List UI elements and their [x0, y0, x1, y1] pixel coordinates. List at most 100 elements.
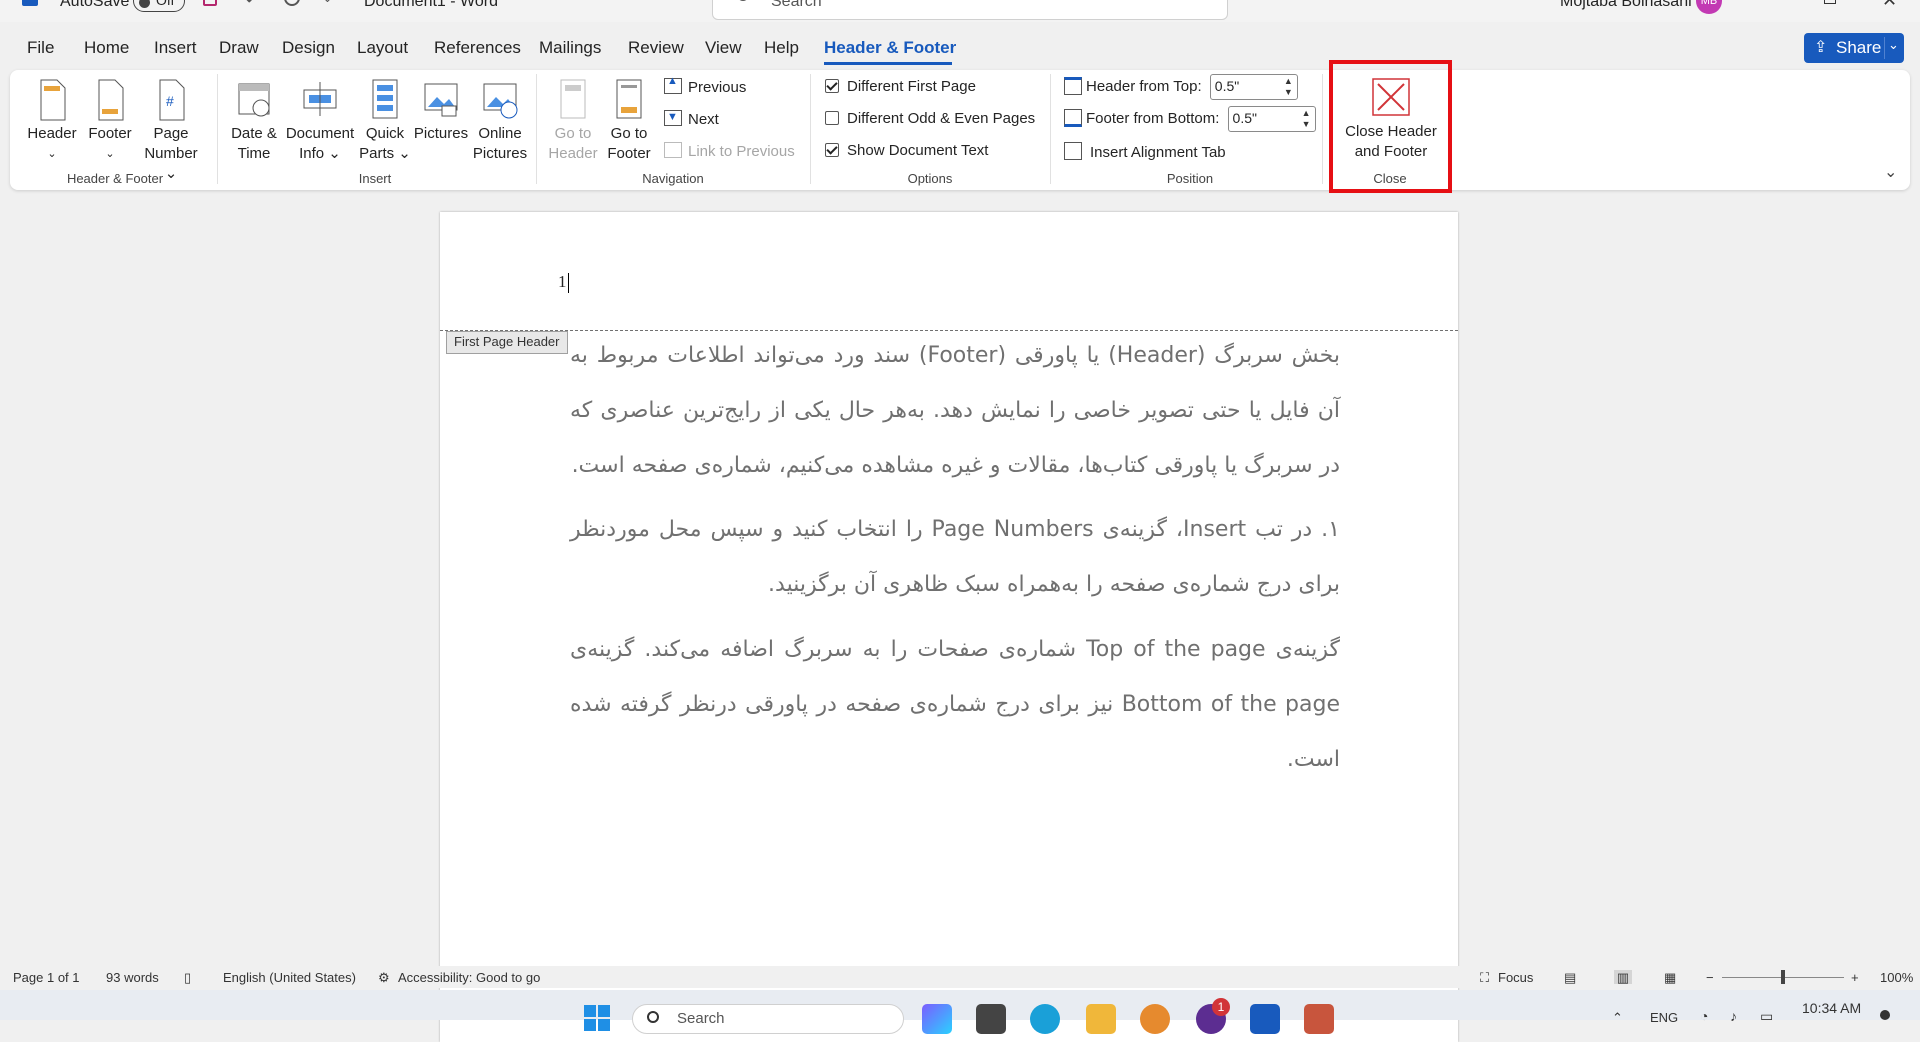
file-explorer-icon[interactable]: [1086, 1004, 1116, 1034]
windows-start-icon[interactable]: [584, 1005, 610, 1031]
zoom-slider-thumb[interactable]: [1781, 970, 1785, 984]
tab-design[interactable]: Design: [282, 38, 335, 58]
footer-button[interactable]: Footer ⌄: [82, 76, 138, 164]
restore-icon[interactable]: [1824, 0, 1836, 4]
wifi-icon[interactable]: ◔: [1700, 1008, 1708, 1024]
header-from-top-input[interactable]: 0.5" ▲ ▼: [1209, 74, 1298, 100]
document-info-button[interactable]: Document Info ⌄: [284, 76, 356, 164]
link-icon: [664, 142, 682, 158]
focus-icon: ⛶: [1480, 970, 1490, 985]
copilot-icon[interactable]: [922, 1004, 952, 1034]
focus-button[interactable]: Focus: [1498, 970, 1533, 985]
online-pictures-button[interactable]: Online Pictures: [470, 76, 530, 164]
word-taskbar-icon[interactable]: [1250, 1004, 1280, 1034]
print-layout-icon[interactable]: ▥: [1614, 970, 1632, 985]
go-to-header-button[interactable]: Go to Header: [546, 76, 600, 164]
tab-review[interactable]: Review: [628, 38, 684, 58]
different-odd-even-checkbox[interactable]: Different Odd & Even Pages: [825, 110, 1035, 127]
header-button[interactable]: Header ⌄: [24, 76, 80, 164]
insert-alignment-tab-button[interactable]: Insert Alignment Tab: [1064, 142, 1226, 161]
task-view-icon[interactable]: [976, 1004, 1006, 1034]
search-box[interactable]: Search: [712, 0, 1228, 20]
undo-icon[interactable]: ↶: [245, 0, 260, 11]
word-count[interactable]: 93 words: [106, 970, 159, 985]
battery-icon[interactable]: ▭: [1760, 1008, 1773, 1025]
different-first-page-checkbox[interactable]: Different First Page: [825, 78, 976, 95]
tab-mailings[interactable]: Mailings: [539, 38, 601, 58]
autosave-label: AutoSave: [60, 0, 130, 10]
snipping-tool-icon[interactable]: [1304, 1004, 1334, 1034]
user-name: Mojtaba Bolhasani: [1560, 0, 1692, 10]
redo-icon[interactable]: [284, 0, 300, 6]
document-title: Document1 - Word: [364, 0, 498, 10]
quick-parts-button[interactable]: Quick Parts ⌄: [358, 76, 412, 164]
language-indicator-taskbar[interactable]: ENG: [1650, 1010, 1678, 1025]
checkbox-checked-icon: [825, 143, 839, 157]
share-button[interactable]: ⇪ Share ⌄: [1804, 33, 1904, 63]
document-info-icon: [301, 76, 339, 122]
ribbon-separator: [536, 74, 537, 184]
tab-home[interactable]: Home: [84, 38, 129, 58]
go-to-footer-button[interactable]: Go to Footer: [602, 76, 656, 164]
close-button-highlight: [1329, 60, 1452, 193]
tab-layout[interactable]: Layout: [357, 38, 408, 58]
save-icon[interactable]: [203, 0, 217, 6]
tab-view[interactable]: View: [705, 38, 742, 58]
zoom-out-button[interactable]: −: [1706, 970, 1714, 985]
language-indicator[interactable]: English (United States): [223, 970, 356, 985]
go-to-header-icon: [554, 76, 592, 122]
ribbon-collapse-chevron-icon[interactable]: ⌄: [1884, 162, 1897, 182]
zoom-level[interactable]: 100%: [1880, 970, 1913, 985]
footer-position-icon: [1064, 108, 1082, 127]
close-window-icon[interactable]: ✕: [1882, 0, 1897, 11]
show-hidden-icons-chevron-icon[interactable]: ⌃: [1612, 1010, 1623, 1026]
zoom-in-button[interactable]: +: [1851, 970, 1859, 985]
date-time-button[interactable]: Date & Time: [226, 76, 282, 164]
customize-chevron-icon[interactable]: ⌄: [322, 0, 333, 6]
page-number-button[interactable]: # Page Number ⌄: [136, 76, 206, 184]
next-button[interactable]: ▼ Next: [664, 110, 719, 128]
taskbar: [0, 990, 1920, 1020]
header-page-number[interactable]: 1: [558, 272, 567, 292]
read-mode-icon[interactable]: ▤: [1564, 970, 1576, 986]
autosave-toggle[interactable]: Off: [133, 0, 185, 12]
svg-text:#: #: [166, 93, 174, 109]
document-paragraph[interactable]: گزینه‌ی Top of the page شماره‌ی صفحات را…: [570, 622, 1340, 787]
tab-references[interactable]: References: [434, 38, 521, 58]
accessibility-status[interactable]: Accessibility: Good to go: [398, 970, 540, 985]
document-paragraph[interactable]: بخش سربرگ (Header) یا پاورقی (Footer) سن…: [570, 328, 1340, 493]
tab-draw[interactable]: Draw: [219, 38, 259, 58]
tab-header-footer[interactable]: Header & Footer: [824, 38, 956, 58]
ribbon-separator: [217, 74, 218, 184]
pictures-button[interactable]: Pictures: [412, 76, 470, 144]
page-count[interactable]: Page 1 of 1: [13, 970, 80, 985]
web-layout-icon[interactable]: ▦: [1664, 970, 1676, 986]
avatar[interactable]: MB: [1696, 0, 1722, 14]
browser-icon[interactable]: [1140, 1004, 1170, 1034]
tab-file[interactable]: File: [27, 38, 54, 58]
document-paragraph[interactable]: ۱. در تب Insert، گزینه‌ی Page Numbers را…: [570, 502, 1340, 612]
notification-badge: 1: [1212, 998, 1230, 1016]
checkbox-checked-icon: [825, 79, 839, 93]
volume-icon[interactable]: ♪: [1730, 1008, 1737, 1024]
edge-icon[interactable]: [1030, 1004, 1060, 1034]
title-bar: AutoSave Off ↶ ⌄ Document1 - Word Search…: [0, 0, 1920, 22]
show-document-text-checkbox[interactable]: Show Document Text: [825, 142, 988, 159]
share-icon: ⇪: [1814, 39, 1828, 56]
search-icon: [647, 1011, 659, 1023]
notification-center-icon[interactable]: [1880, 1010, 1890, 1020]
alignment-tab-icon: [1064, 142, 1082, 160]
tab-help[interactable]: Help: [764, 38, 799, 58]
taskbar-search-box[interactable]: Search: [632, 1004, 904, 1034]
go-to-footer-icon: [610, 76, 648, 122]
tab-insert[interactable]: Insert: [154, 38, 197, 58]
calendar-icon: [235, 76, 273, 122]
ribbon-separator: [1322, 74, 1323, 184]
clock-time[interactable]: 10:34 AM: [1802, 1000, 1861, 1016]
pictures-icon: [422, 76, 460, 122]
proofing-icon[interactable]: ▯: [184, 970, 191, 986]
chevron-down-icon[interactable]: ⌄: [1888, 37, 1899, 53]
previous-button[interactable]: ▲ Previous: [664, 75, 746, 96]
footer-from-bottom-input[interactable]: 0.5" ▲ ▼: [1227, 106, 1316, 132]
link-to-previous-button[interactable]: Link to Previous: [664, 142, 795, 160]
